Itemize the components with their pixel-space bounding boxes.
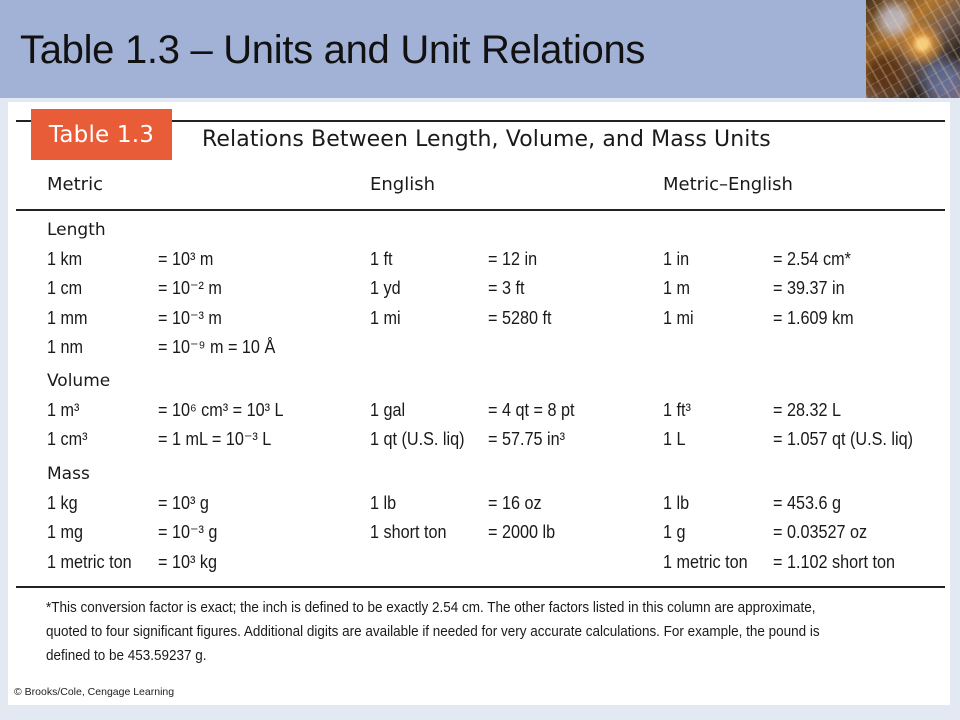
metric-english-equivalence-cell: = 0.03527 oz bbox=[773, 522, 868, 543]
metric-english-unit-cell: 1 ft³ bbox=[663, 400, 691, 420]
metric-english-equivalence-cell: = 1.609 km bbox=[773, 307, 854, 328]
metric-unit-cell: 1 mg bbox=[47, 522, 84, 543]
metric-english-equivalence-cell: = 453.6 g bbox=[773, 493, 842, 513]
english-unit-cell: 1 yd bbox=[370, 278, 401, 299]
metric-equivalence-cell: = 10⁶ cm³ = 10³ L bbox=[158, 400, 284, 420]
footnote-line: quoted to four significant figures. Addi… bbox=[46, 624, 820, 640]
english-equivalence-cell: = 57.75 in³ bbox=[488, 429, 566, 450]
header-rule bbox=[16, 209, 945, 211]
english-equivalence-cell: = 2000 lb bbox=[488, 522, 556, 543]
column-header-metric: Metric bbox=[47, 174, 103, 195]
table-panel: Table 1.3 Relations Between Length, Volu… bbox=[8, 102, 950, 705]
english-unit-cell: 1 lb bbox=[370, 493, 397, 513]
metric-equivalence-cell: = 1 mL = 10⁻³ L bbox=[158, 429, 272, 450]
section-label-volume: Volume bbox=[47, 371, 111, 391]
metric-unit-cell: 1 metric ton bbox=[47, 551, 132, 572]
metric-english-equivalence-cell: = 1.057 qt (U.S. liq) bbox=[773, 429, 914, 450]
metric-unit-cell: 1 km bbox=[47, 249, 83, 269]
english-unit-cell: 1 mi bbox=[370, 307, 401, 328]
metric-english-equivalence-cell: = 2.54 cm* bbox=[773, 249, 851, 269]
metric-unit-cell: 1 cm³ bbox=[47, 429, 88, 450]
footnote-line: *This conversion factor is exact; the in… bbox=[46, 600, 816, 616]
metric-equivalence-cell: = 10³ g bbox=[158, 493, 209, 513]
metric-english-equivalence-cell: = 39.37 in bbox=[773, 278, 845, 299]
table-title: Relations Between Length, Volume, and Ma… bbox=[202, 127, 771, 152]
metric-unit-cell: 1 nm bbox=[47, 336, 84, 357]
metric-equivalence-cell: = 10⁻² m bbox=[158, 278, 222, 299]
metric-equivalence-cell: = 10³ kg bbox=[158, 551, 217, 572]
metric-equivalence-cell: = 10⁻³ m bbox=[158, 307, 222, 328]
slide-title-bar: Table 1.3 – Units and Unit Relations bbox=[0, 0, 866, 98]
metric-english-unit-cell: 1 mi bbox=[663, 307, 694, 328]
metric-english-unit-cell: 1 g bbox=[663, 522, 686, 543]
english-equivalence-cell: = 12 in bbox=[488, 249, 538, 269]
metric-unit-cell: 1 m³ bbox=[47, 400, 80, 420]
metric-unit-cell: 1 mm bbox=[47, 307, 88, 328]
english-equivalence-cell: = 3 ft bbox=[488, 278, 525, 299]
metric-english-equivalence-cell: = 1.102 short ton bbox=[773, 551, 896, 572]
metric-equivalence-cell: = 10³ m bbox=[158, 249, 214, 269]
english-unit-cell: 1 gal bbox=[370, 400, 406, 420]
table-footnote: *This conversion factor is exact; the in… bbox=[46, 596, 883, 668]
metric-english-unit-cell: 1 lb bbox=[663, 493, 690, 513]
metric-english-equivalence-cell: = 28.32 L bbox=[773, 400, 842, 420]
metric-unit-cell: 1 cm bbox=[47, 278, 83, 299]
table-number-badge: Table 1.3 bbox=[31, 109, 172, 160]
metric-equivalence-cell: = 10⁻³ g bbox=[158, 522, 218, 543]
section-label-length: Length bbox=[47, 220, 106, 240]
english-equivalence-cell: = 5280 ft bbox=[488, 307, 552, 328]
nebula-image bbox=[866, 0, 960, 98]
metric-english-unit-cell: 1 in bbox=[663, 249, 690, 269]
copyright-credit: © Brooks/Cole, Cengage Learning bbox=[14, 686, 175, 698]
metric-equivalence-cell: = 10⁻⁹ m = 10 Å bbox=[158, 336, 276, 357]
english-unit-cell: 1 short ton bbox=[370, 522, 447, 543]
metric-english-unit-cell: 1 m bbox=[663, 278, 691, 299]
english-unit-cell: 1 qt (U.S. liq) bbox=[370, 429, 465, 450]
english-equivalence-cell: = 4 qt = 8 pt bbox=[488, 400, 575, 420]
english-equivalence-cell: = 16 oz bbox=[488, 493, 542, 513]
footnote-line: defined to be 453.59237 g. bbox=[46, 648, 207, 664]
metric-english-unit-cell: 1 L bbox=[663, 429, 686, 450]
table-bottom-rule bbox=[16, 586, 945, 588]
column-header-metric-english: Metric–English bbox=[663, 174, 793, 195]
metric-english-unit-cell: 1 metric ton bbox=[663, 551, 748, 572]
slide-title: Table 1.3 – Units and Unit Relations bbox=[20, 28, 646, 72]
column-header-english: English bbox=[370, 174, 435, 195]
metric-unit-cell: 1 kg bbox=[47, 493, 78, 513]
section-label-mass: Mass bbox=[47, 464, 90, 484]
english-unit-cell: 1 ft bbox=[370, 249, 393, 269]
